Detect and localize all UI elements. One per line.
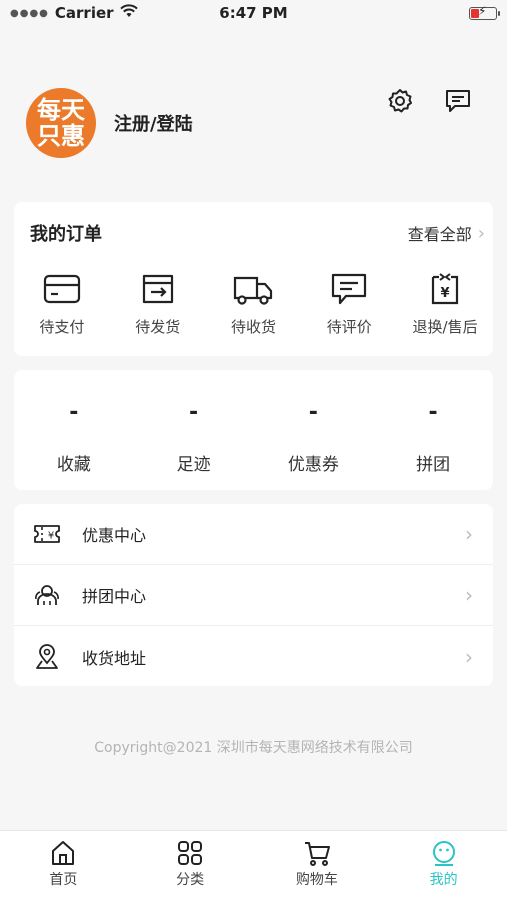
- stat-value: -: [69, 400, 79, 425]
- copyright-text: Copyright@2021 深圳市每天惠网络技术有限公司: [94, 740, 413, 756]
- status-bar: ●●●● Carrier 6:47 PM ⚡: [0, 0, 507, 28]
- avatar-logo-text: 每天 只惠: [37, 96, 85, 150]
- order-label: 待评价: [326, 318, 372, 336]
- menu-label: 拼团中心: [82, 587, 147, 606]
- stat-label: 足迹: [176, 455, 211, 475]
- chevron-right-icon: ›: [465, 583, 473, 607]
- svg-text:¥: ¥: [441, 286, 450, 301]
- stat-coupons[interactable]: - 优惠券: [254, 370, 374, 490]
- return-icon: ¥: [431, 273, 459, 305]
- card-icon: [43, 274, 80, 304]
- menu-label: 优惠中心: [82, 526, 147, 545]
- battery-icon: ⚡: [469, 4, 500, 20]
- tab-label: 分类: [176, 872, 205, 888]
- order-label: 待发货: [135, 318, 181, 336]
- order-returns[interactable]: ¥ 退换/售后: [397, 272, 493, 337]
- tab-mine[interactable]: 我的: [380, 831, 507, 900]
- tab-home[interactable]: 首页: [0, 831, 127, 900]
- stat-value: -: [189, 400, 199, 425]
- category-icon: [178, 841, 203, 865]
- chevron-right-icon: ›: [465, 644, 473, 669]
- menu-label: 收货地址: [82, 648, 147, 668]
- chevron-right-icon: ›: [465, 522, 473, 546]
- svg-text:¥: ¥: [48, 531, 54, 542]
- menu-item-coupon-center[interactable]: ¥ 优惠中心 ›: [14, 504, 493, 565]
- tab-label: 购物车: [295, 872, 338, 888]
- stat-value: -: [308, 400, 318, 425]
- chevron-right-icon: ›: [477, 222, 485, 244]
- orders-header: 我的订单 查看全部 ›: [14, 202, 493, 246]
- profile-header[interactable]: 每天 只惠 注册/登陆: [26, 88, 193, 158]
- gear-icon[interactable]: [385, 86, 415, 116]
- order-pending-receipt[interactable]: 待收货: [206, 272, 302, 337]
- view-all-label: 查看全部: [407, 225, 472, 244]
- order-pending-review[interactable]: 待评价: [301, 272, 397, 337]
- comment-icon: [332, 273, 367, 305]
- tab-cart[interactable]: 购物车: [254, 831, 381, 900]
- stat-label: 优惠券: [287, 455, 339, 475]
- order-label: 待支付: [39, 318, 85, 336]
- order-label: 退换/售后: [412, 318, 478, 336]
- home-icon: [52, 841, 75, 865]
- stat-value: -: [428, 400, 438, 425]
- order-label: 待收货: [230, 318, 276, 336]
- orders-title: 我的订单: [30, 224, 102, 245]
- status-time: 6:47 PM: [219, 4, 288, 22]
- stat-group-buy[interactable]: - 拼团: [373, 370, 493, 490]
- stat-label: 收藏: [56, 455, 91, 475]
- order-pending-payment[interactable]: 待支付: [14, 272, 110, 337]
- tab-label: 首页: [49, 872, 78, 888]
- view-all-orders-link[interactable]: 查看全部 ›: [408, 221, 485, 245]
- location-icon: [32, 642, 62, 672]
- stats-card: - 收藏 - 足迹 - 优惠券 - 拼团: [14, 370, 493, 490]
- order-status-row: 待支付 待发货 待收货 待评价 ¥ 退换/售后: [14, 272, 493, 337]
- stat-footprints[interactable]: - 足迹: [134, 370, 254, 490]
- message-icon[interactable]: [443, 86, 473, 116]
- tab-category[interactable]: 分类: [127, 831, 254, 900]
- stat-favorites[interactable]: - 收藏: [14, 370, 134, 490]
- avatar[interactable]: 每天 只惠: [26, 88, 96, 158]
- tab-label: 我的: [429, 872, 458, 888]
- order-pending-shipment[interactable]: 待发货: [110, 272, 206, 337]
- coupon-icon: ¥: [32, 519, 62, 549]
- charging-icon: ⚡: [478, 4, 487, 18]
- menu-card: ¥ 优惠中心 › 拼团中心 › 收货地址 ›: [14, 504, 493, 686]
- truck-icon: [234, 276, 273, 305]
- ship-box-icon: [142, 274, 173, 304]
- menu-item-group-center[interactable]: 拼团中心 ›: [14, 565, 493, 626]
- header-actions: [385, 86, 473, 116]
- group-icon: [32, 580, 62, 610]
- orders-card: 我的订单 查看全部 › 待支付 待发货 待收货 待评价 ¥ 退换/售后: [14, 202, 493, 356]
- cart-icon: [304, 842, 330, 866]
- bottom-tab-bar: 首页 分类 购物车 我的: [0, 830, 507, 900]
- menu-item-shipping-address[interactable]: 收货地址 ›: [14, 626, 493, 687]
- smile-icon: [432, 841, 455, 866]
- login-register-link[interactable]: 注册/登陆: [114, 110, 193, 136]
- stat-label: 拼团: [416, 455, 451, 475]
